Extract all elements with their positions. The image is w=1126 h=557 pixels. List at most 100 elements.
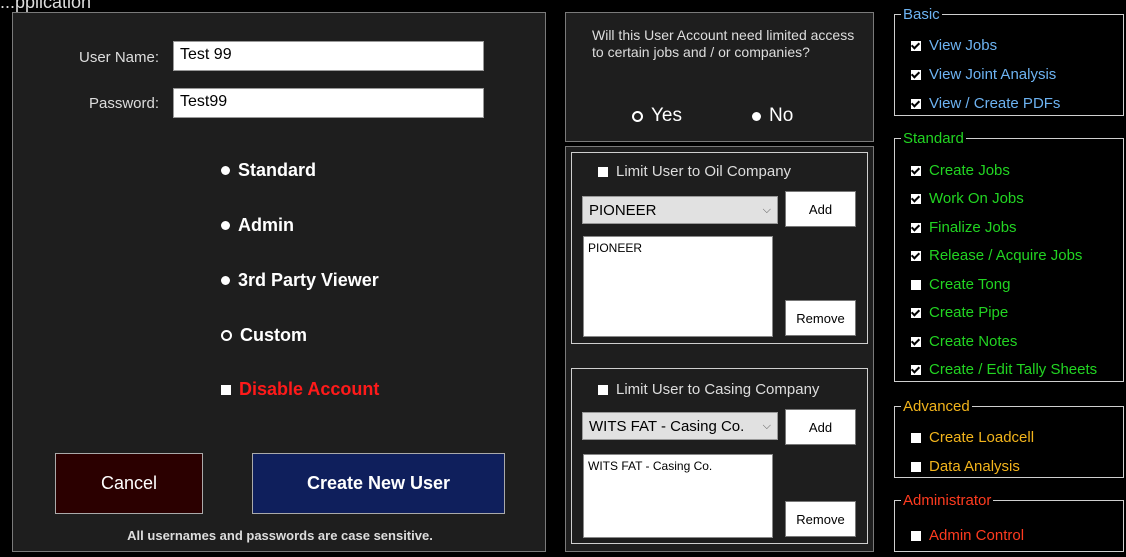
advanced-group-title: Advanced [903, 398, 970, 415]
role-standard-radio[interactable]: Standard [221, 160, 316, 181]
checkbox-checked-icon [911, 193, 921, 204]
checkbox-checked-icon [911, 69, 921, 80]
limited-no-label: No [769, 105, 794, 126]
casing-company-list[interactable]: WITS FAT - Casing Co. [583, 454, 773, 538]
user-form-panel: User Name: Test 99 Password: Test99 Stan… [12, 12, 546, 552]
limit-oil-label: Limit User to Oil Company [616, 163, 792, 180]
casing-company-selected: WITS FAT - Casing Co. [589, 417, 745, 435]
checkbox-checked-icon [911, 40, 921, 51]
username-label: User Name: [79, 49, 160, 66]
oil-company-selected: PIONEER [589, 201, 657, 219]
perm-create-jobs[interactable]: Create Jobs [911, 162, 1010, 179]
role-custom-radio[interactable]: Custom [221, 325, 307, 346]
advanced-permissions-group: Advanced Create Loadcell Data Analysis [894, 398, 1124, 478]
perm-label: Create Jobs [929, 162, 1010, 179]
checkbox-icon [598, 166, 608, 177]
checkbox-icon [221, 384, 231, 395]
perm-label: Data Analysis [929, 458, 1020, 475]
checkbox-checked-icon [911, 364, 921, 375]
basic-group-title: Basic [903, 6, 940, 23]
oil-company-list[interactable]: PIONEER [583, 236, 773, 337]
checkbox-icon [911, 279, 921, 290]
checkbox-checked-icon [911, 165, 921, 176]
checkbox-icon [911, 461, 921, 472]
perm-label: Create Pipe [929, 304, 1009, 321]
perm-label: View Joint Analysis [929, 66, 1057, 83]
role-3rd-party-radio[interactable]: 3rd Party Viewer [221, 270, 379, 291]
perm-create-pipe[interactable]: Create Pipe [911, 304, 1008, 321]
perm-view-joint-analysis[interactable]: View Joint Analysis [911, 66, 1056, 83]
limited-yes-radio[interactable]: Yes [632, 105, 682, 127]
checkbox-checked-icon [911, 307, 921, 318]
perm-create-edit-tally-sheets[interactable]: Create / Edit Tally Sheets [911, 361, 1097, 378]
perm-create-notes[interactable]: Create Notes [911, 333, 1017, 350]
radio-selected-icon [221, 330, 232, 341]
radio-dot-icon [221, 221, 230, 230]
disable-account-label: Disable Account [239, 379, 380, 399]
perm-label: View Jobs [929, 37, 998, 54]
checkbox-checked-icon [911, 336, 921, 347]
perm-work-on-jobs[interactable]: Work On Jobs [911, 190, 1024, 207]
casing-company-select[interactable]: WITS FAT - Casing Co. ⌵ [582, 412, 778, 440]
perm-view-jobs[interactable]: View Jobs [911, 37, 997, 54]
oil-company-select[interactable]: PIONEER ⌵ [582, 196, 778, 224]
perm-data-analysis[interactable]: Data Analysis [911, 458, 1020, 475]
role-custom-label: Custom [240, 325, 307, 345]
basic-permissions-group: Basic View Jobs View Joint Analysis View… [894, 6, 1124, 116]
username-input[interactable]: Test 99 [173, 41, 484, 71]
standard-group-title: Standard [903, 130, 964, 147]
list-item[interactable]: PIONEER [588, 241, 768, 255]
role-standard-label: Standard [238, 160, 317, 180]
perm-label: Create / Edit Tally Sheets [929, 361, 1098, 378]
radio-empty-icon [632, 110, 643, 122]
checkbox-icon [911, 530, 921, 541]
perm-label: Admin Control [929, 527, 1025, 544]
cancel-button[interactable]: Cancel [55, 453, 203, 514]
perm-create-loadcell[interactable]: Create Loadcell [911, 429, 1034, 446]
checkbox-icon [911, 432, 921, 443]
perm-label: Create Loadcell [929, 429, 1035, 446]
list-item[interactable]: WITS FAT - Casing Co. [588, 459, 768, 473]
perm-finalize-jobs[interactable]: Finalize Jobs [911, 219, 1017, 236]
radio-dot-icon [221, 166, 230, 175]
limited-no-radio[interactable]: No [752, 105, 793, 127]
radio-dot-icon [752, 111, 761, 121]
perm-label: Create Tong [929, 276, 1011, 293]
limit-casing-checkbox[interactable]: Limit User to Casing Company [598, 381, 819, 398]
role-admin-radio[interactable]: Admin [221, 215, 294, 236]
limited-access-panel: Will this User Account need limited acce… [565, 12, 874, 142]
administrator-group-title: Administrator [903, 492, 992, 509]
checkbox-checked-icon [911, 98, 921, 109]
password-input[interactable]: Test99 [173, 88, 484, 118]
limit-oil-checkbox[interactable]: Limit User to Oil Company [598, 163, 791, 180]
limited-access-question: Will this User Account need limited acce… [592, 27, 855, 60]
perm-release-acquire-jobs[interactable]: Release / Acquire Jobs [911, 247, 1082, 264]
role-admin-label: Admin [238, 215, 294, 235]
chevron-down-icon: ⌵ [762, 419, 771, 432]
chevron-down-icon: ⌵ [762, 203, 771, 216]
casing-company-group: Limit User to Casing Company WITS FAT - … [571, 368, 868, 544]
case-sensitive-note: All usernames and passwords are case sen… [127, 528, 433, 543]
checkbox-checked-icon [911, 250, 921, 261]
perm-label: Finalize Jobs [929, 219, 1017, 236]
role-3rd-party-label: 3rd Party Viewer [238, 270, 379, 290]
perm-label: Release / Acquire Jobs [929, 247, 1083, 264]
password-label: Password: [89, 95, 160, 112]
casing-remove-button[interactable]: Remove [785, 501, 856, 537]
casing-add-button[interactable]: Add [785, 409, 856, 445]
oil-add-button[interactable]: Add [785, 191, 856, 227]
radio-dot-icon [221, 276, 230, 285]
checkbox-checked-icon [911, 222, 921, 233]
perm-admin-control[interactable]: Admin Control [911, 527, 1024, 544]
perm-view-create-pdfs[interactable]: View / Create PDFs [911, 95, 1060, 112]
create-new-user-button[interactable]: Create New User [252, 453, 505, 514]
perm-create-tong[interactable]: Create Tong [911, 276, 1010, 293]
perm-label: Create Notes [929, 333, 1018, 350]
company-limits-panel: Limit User to Oil Company PIONEER ⌵ Add … [565, 146, 874, 552]
disable-account-checkbox[interactable]: Disable Account [221, 379, 379, 400]
administrator-permissions-group: Administrator Admin Control [894, 492, 1124, 552]
checkbox-icon [598, 384, 608, 395]
limited-yes-label: Yes [651, 105, 682, 126]
oil-remove-button[interactable]: Remove [785, 300, 856, 336]
perm-label: Work On Jobs [929, 190, 1024, 207]
